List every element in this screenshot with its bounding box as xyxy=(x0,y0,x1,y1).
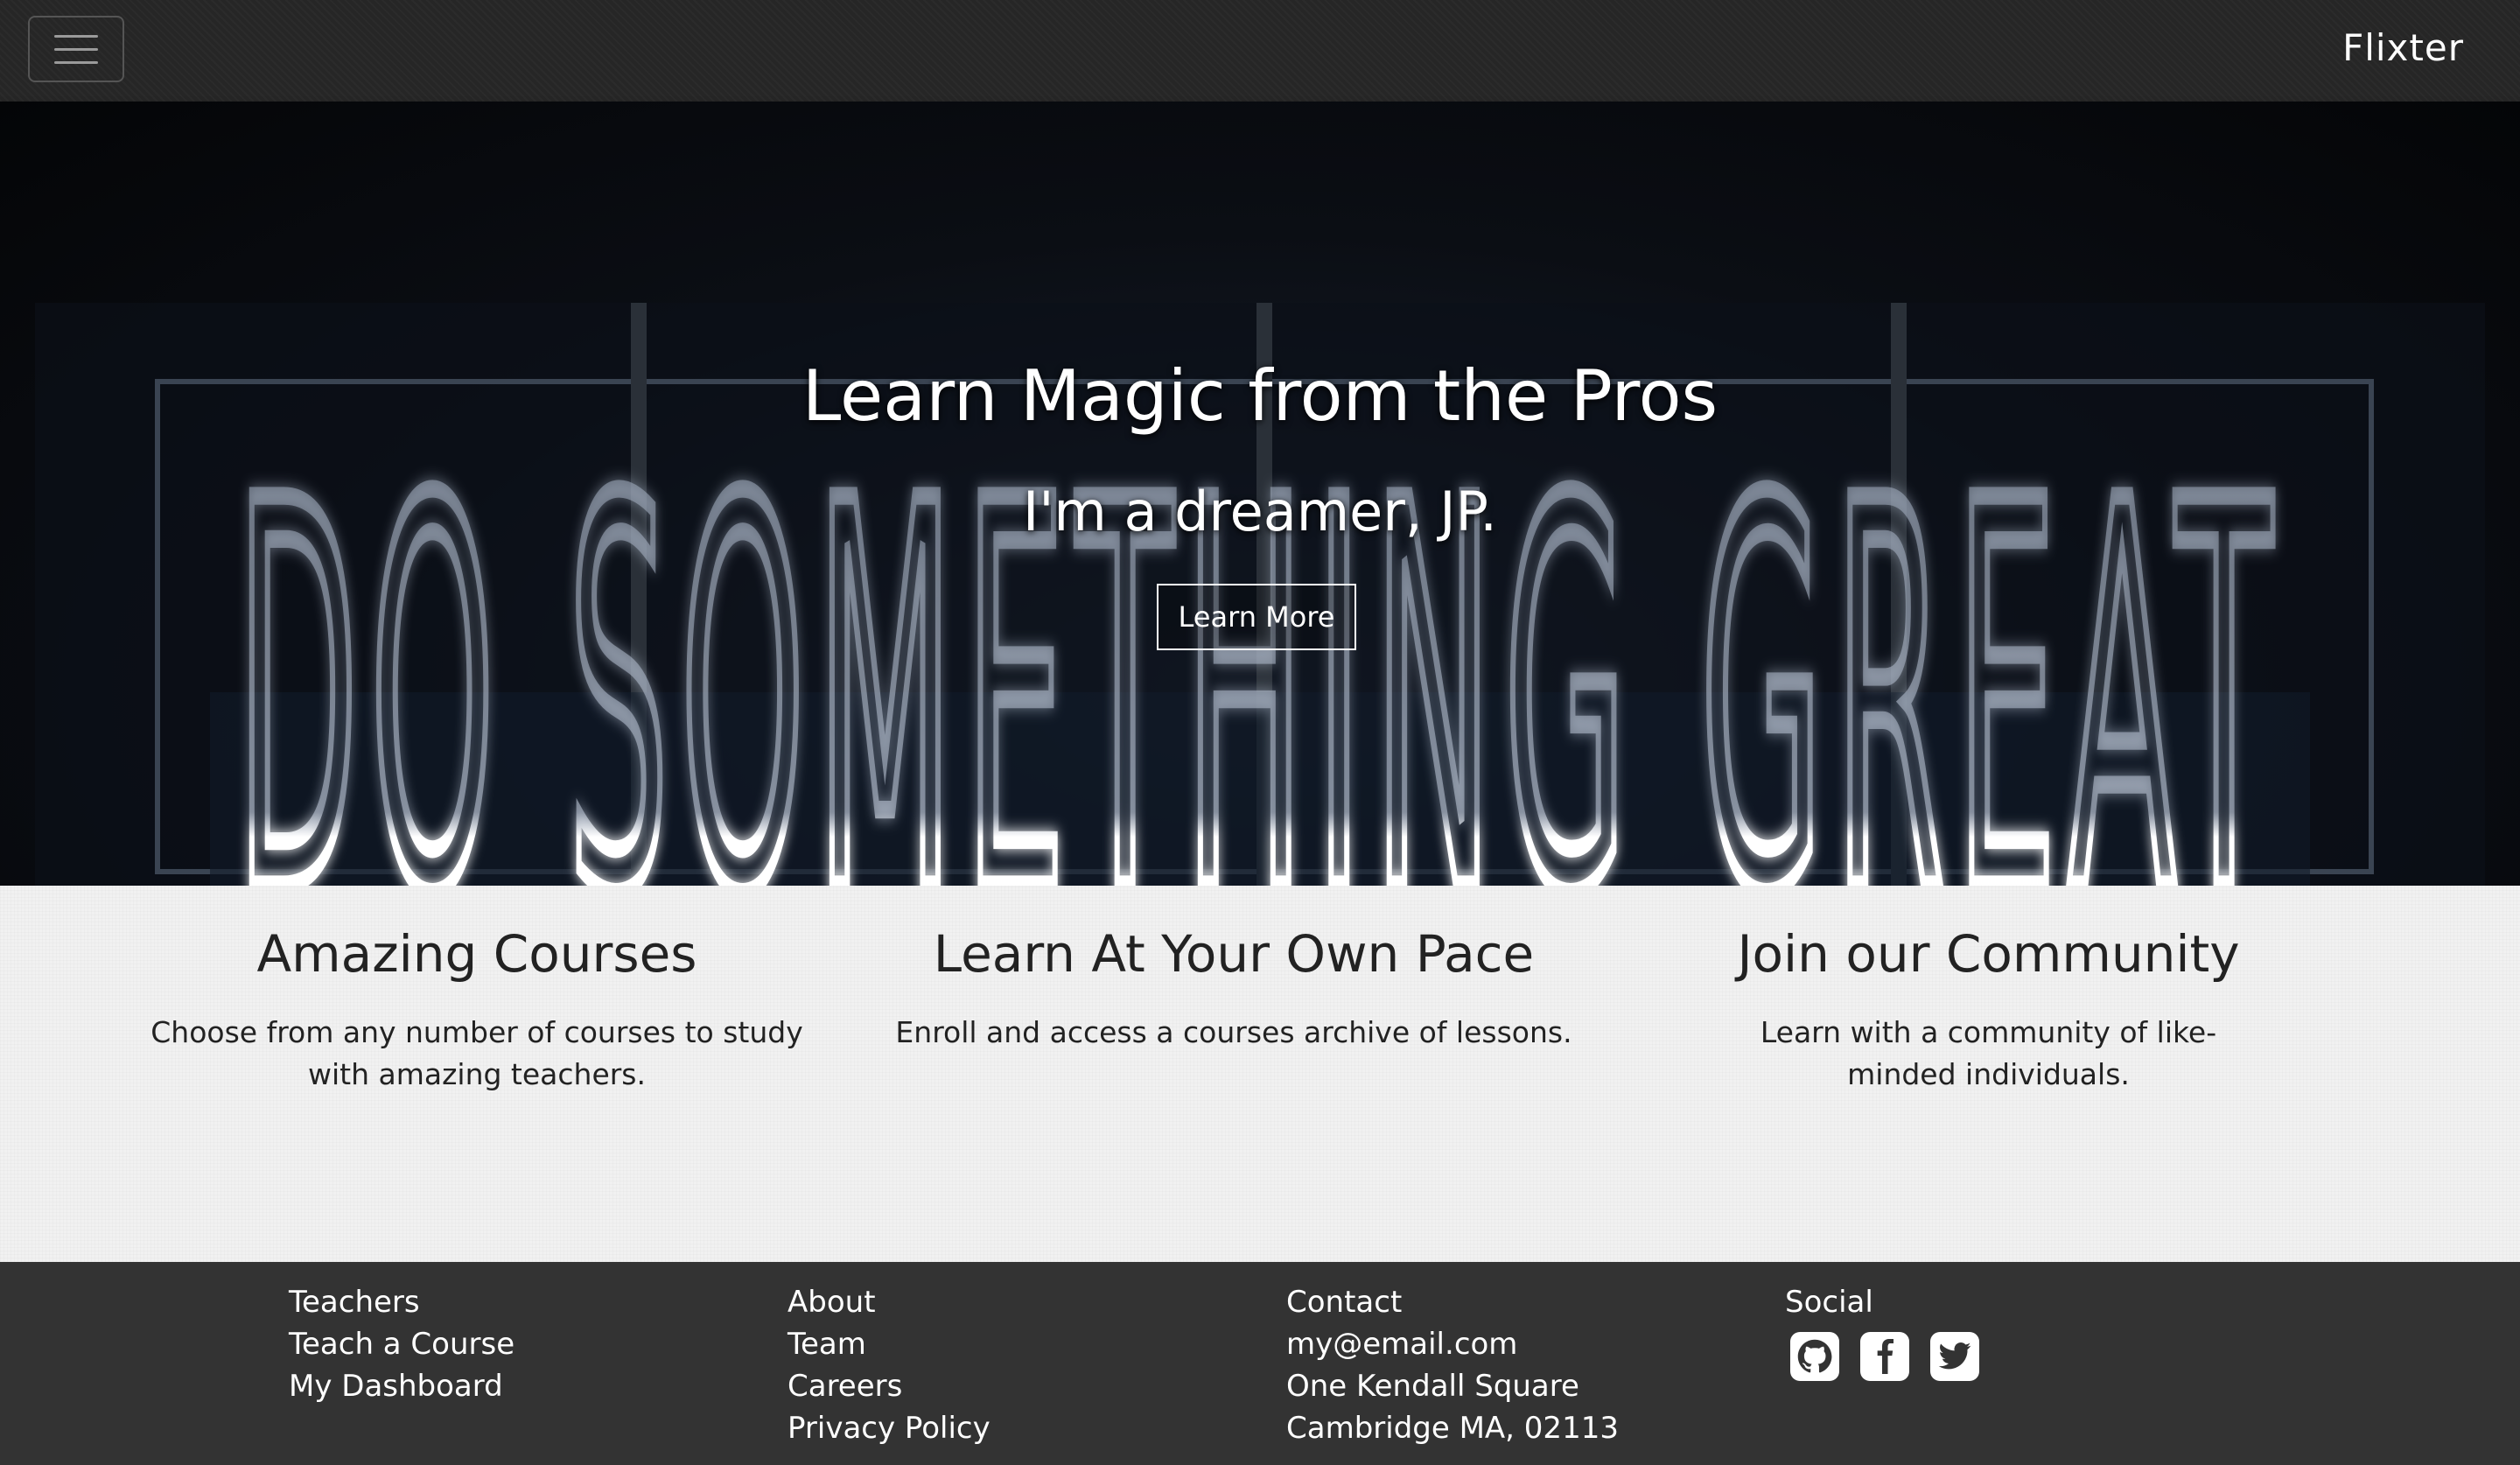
feature-amazing-courses: Amazing Courses Choose from any number o… xyxy=(105,924,849,1096)
footer-link-careers[interactable]: Careers xyxy=(788,1365,990,1407)
footer-heading: About xyxy=(788,1285,876,1320)
footer: Teachers Teach a Course My Dashboard Abo… xyxy=(0,1262,2520,1465)
menu-toggle-button[interactable] xyxy=(28,16,124,82)
footer-email[interactable]: my@email.com xyxy=(1286,1323,1619,1365)
top-navbar: Flixter xyxy=(0,0,2520,102)
social-icons xyxy=(1790,1332,1979,1381)
feature-text: Choose from any number of courses to stu… xyxy=(150,1015,803,1091)
github-icon[interactable] xyxy=(1790,1332,1839,1381)
footer-link-team[interactable]: Team xyxy=(788,1323,990,1365)
footer-col-social: Social xyxy=(1785,1281,1979,1381)
learn-more-button[interactable]: Learn More xyxy=(1157,584,1356,650)
hamburger-icon xyxy=(54,47,98,51)
feature-title: Amazing Courses xyxy=(256,924,697,984)
footer-heading: Social xyxy=(1785,1285,1873,1320)
feature-title: Learn At Your Own Pace xyxy=(933,924,1535,984)
twitter-icon[interactable] xyxy=(1930,1332,1979,1381)
feature-own-pace: Learn At Your Own Pace Enroll and access… xyxy=(884,924,1584,1054)
footer-col-contact: Contact my@email.com One Kendall Square … xyxy=(1286,1281,1619,1449)
footer-link-privacy[interactable]: Privacy Policy xyxy=(788,1407,990,1449)
hamburger-icon xyxy=(54,60,98,64)
feature-text: Enroll and access a courses archive of l… xyxy=(895,1015,1572,1049)
feature-text: Learn with a community of like-minded in… xyxy=(1760,1015,2217,1091)
footer-heading: Contact xyxy=(1286,1285,1403,1320)
footer-col-teachers: Teachers Teach a Course My Dashboard xyxy=(289,1281,514,1407)
footer-link-teach-course[interactable]: Teach a Course xyxy=(289,1323,514,1365)
hamburger-icon xyxy=(54,34,98,38)
hero-banner: DO SOMETHING GREAT Learn Magic from the … xyxy=(0,102,2520,886)
brand-logo[interactable]: Flixter xyxy=(2342,26,2464,69)
footer-col-about: About Team Careers Privacy Policy xyxy=(788,1281,990,1449)
footer-heading: Teachers xyxy=(289,1285,420,1320)
hero-title: Learn Magic from the Pros xyxy=(802,355,1718,437)
feature-title: Join our Community xyxy=(1737,924,2240,984)
feature-community: Join our Community Learn with a communit… xyxy=(1689,924,2288,1096)
facebook-icon[interactable] xyxy=(1860,1332,1909,1381)
footer-address-line: One Kendall Square xyxy=(1286,1369,1579,1404)
features-section: Amazing Courses Choose from any number o… xyxy=(0,886,2520,1262)
footer-link-dashboard[interactable]: My Dashboard xyxy=(289,1365,514,1407)
footer-address-city: Cambridge MA, 02113 xyxy=(1286,1411,1619,1446)
hero-subtitle: I'm a dreamer, JP. xyxy=(1023,480,1497,543)
